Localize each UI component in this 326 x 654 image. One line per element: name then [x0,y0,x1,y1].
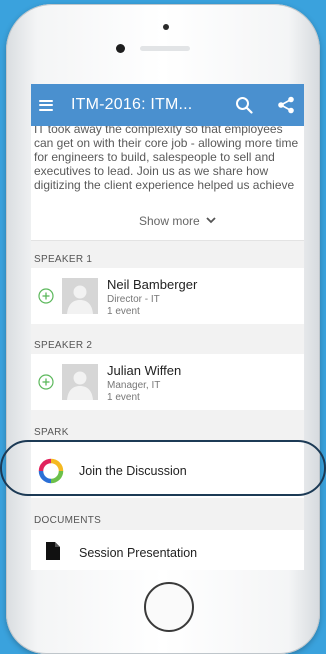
session-presentation-link[interactable]: Session Presentation [79,546,197,560]
avatar [62,278,98,314]
join-discussion-link[interactable]: Join the Discussion [79,464,187,478]
add-circle-icon[interactable] [38,374,54,390]
session-description: IT took away the complexity so that empl… [31,126,304,204]
add-circle-icon[interactable] [38,288,54,304]
show-more-button[interactable]: Show more [139,214,200,228]
home-button[interactable] [144,582,194,632]
person-placeholder-icon [62,278,98,314]
share-icon[interactable] [277,96,295,114]
hamburger-menu-icon[interactable] [39,99,53,111]
join-discussion-row[interactable]: Join the Discussion [31,442,304,498]
section-label-speaker-2: SPEAKER 2 [34,340,93,351]
speaker-role: Manager, IT [107,380,161,391]
description-text: IT took away the complexity so that empl… [34,126,299,192]
section-label-speaker-1: SPEAKER 1 [34,254,93,265]
spark-logo-icon [38,458,64,484]
front-camera [116,44,125,53]
app-screen: ITM-2016: ITM... IT took away the comple… [31,84,304,570]
person-placeholder-icon [62,364,98,400]
section-label-spark: SPARK [34,427,69,438]
show-more-bar[interactable]: Show more [31,204,304,241]
front-sensor-dot [163,24,169,30]
section-label-documents: DOCUMENTS [34,515,102,526]
search-icon[interactable] [235,96,253,114]
speaker-name: Neil Bamberger [107,277,198,292]
speaker-card-1[interactable]: Neil Bamberger Director - IT 1 event [31,268,304,324]
app-bar: ITM-2016: ITM... [31,84,304,126]
speaker-event-count: 1 event [107,392,140,403]
chevron-down-icon[interactable] [205,214,217,226]
page-title: ITM-2016: ITM... [71,96,193,113]
speaker-card-2[interactable]: Julian Wiffen Manager, IT 1 event [31,354,304,410]
document-row[interactable]: Session Presentation [31,530,304,570]
speaker-event-count: 1 event [107,306,140,317]
speaker-name: Julian Wiffen [107,363,182,378]
speaker-role: Director - IT [107,294,160,305]
document-icon [46,542,60,560]
avatar [62,364,98,400]
earpiece-grille [140,46,190,51]
